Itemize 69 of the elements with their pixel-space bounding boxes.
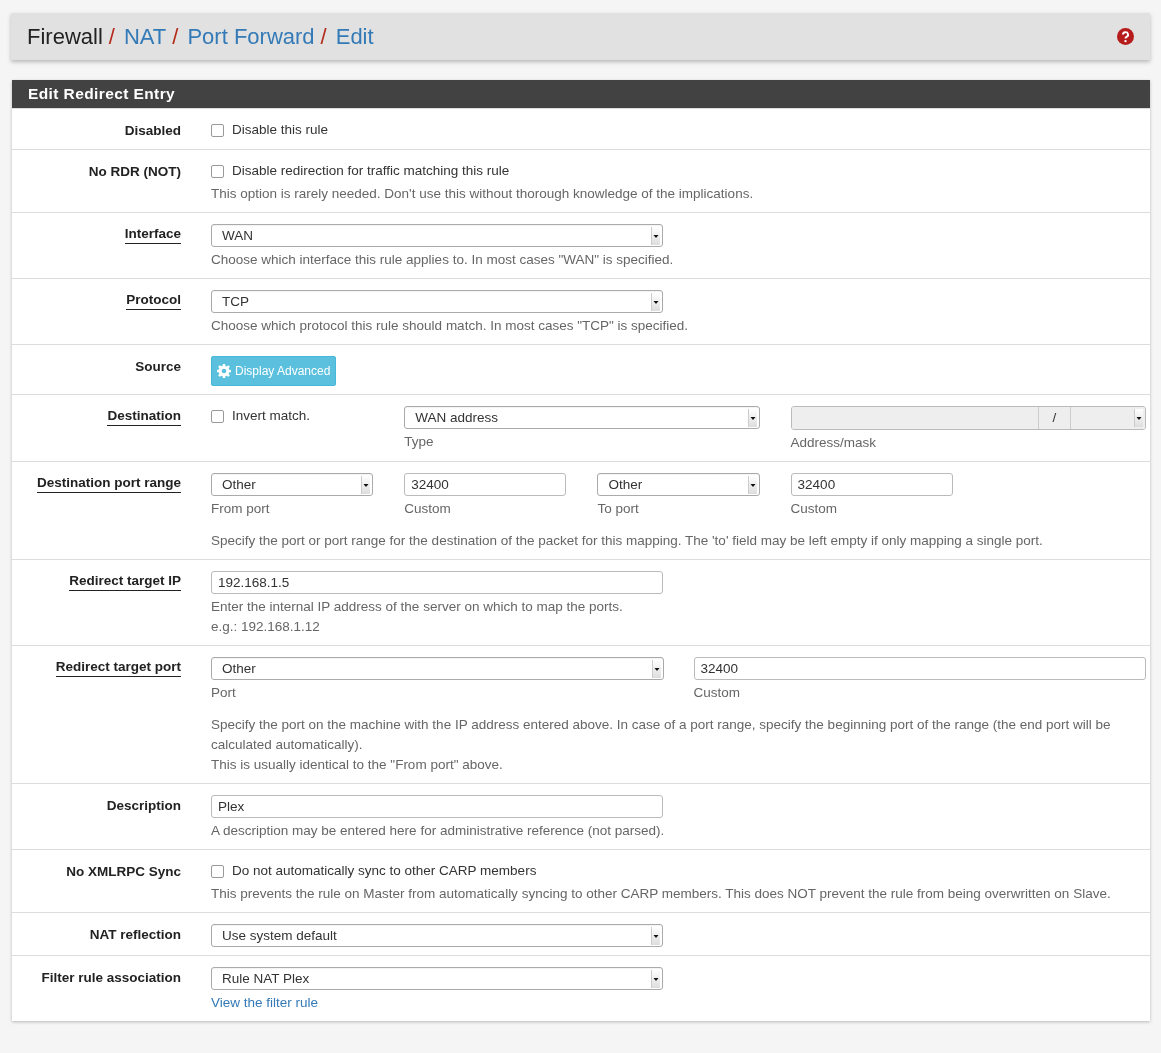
help-text: Choose which interface this rule applies to. In most cases "WAN" is specified. [211, 251, 675, 269]
field-label: Destination [107, 407, 181, 426]
field-label: Filter rule association [41, 969, 181, 987]
input-field[interactable]: 192.168.1.5 [211, 571, 663, 594]
breadcrumb-separator: / [172, 23, 179, 50]
help-text: This option is rarely needed. Don't use this without thorough knowledge of the implications. [211, 185, 755, 203]
checkbox-label: Disable this rule [232, 121, 329, 139]
caret-icon [1134, 409, 1143, 427]
field-label: Redirect target port [55, 658, 181, 677]
dropdown[interactable]: TCP [211, 290, 663, 313]
breadcrumb-text: Firewall [27, 23, 103, 50]
help-text: This prevents the rule on Master from automatically syncing to other CARP members. This does NOT prevent the rule from being overwritten on Slave. [211, 885, 1112, 903]
caret-icon [651, 659, 661, 678]
caret-icon [747, 475, 757, 494]
input-field[interactable]: 32400 [693, 657, 1146, 680]
help-text: This is usually identical to the "From port" above. [211, 756, 504, 774]
checkbox[interactable] [211, 164, 224, 178]
checkbox-label: Disable redirection for traffic matching this rule [232, 162, 510, 180]
field-label: NAT reflection [89, 926, 181, 944]
caret-icon [361, 475, 371, 494]
breadcrumb-separator: / [108, 23, 115, 50]
breadcrumb-separator: / [320, 23, 327, 50]
field-caption: To port [597, 500, 640, 518]
caret-icon [651, 226, 660, 245]
caret-icon [651, 969, 660, 988]
help-text: Choose which protocol this rule should match. In most cases "TCP" is specified. [211, 317, 690, 335]
field-label: No RDR (NOT) [88, 163, 181, 181]
dropdown[interactable]: Rule NAT Plex [211, 967, 663, 990]
caret-icon [651, 926, 660, 945]
caret-icon [747, 408, 757, 427]
input-field[interactable]: 32400 [404, 473, 567, 496]
field-caption: Custom [693, 684, 741, 702]
field-label: Protocol [126, 291, 181, 310]
dropdown[interactable]: Other [211, 473, 374, 496]
field-label: Destination port range [37, 474, 181, 493]
dropdown[interactable]: Other [211, 657, 664, 680]
dropdown[interactable]: WAN [211, 224, 663, 247]
field-caption: From port [211, 500, 271, 518]
field-caption: Type [404, 433, 435, 451]
panel-title: Edit Redirect Entry [12, 80, 1150, 108]
checkbox[interactable] [211, 123, 224, 137]
field-label: Interface [124, 225, 181, 244]
help-icon[interactable] [1117, 28, 1134, 45]
field-label: Description [106, 797, 181, 815]
checkbox[interactable] [211, 864, 224, 878]
field-label: Disabled [124, 122, 181, 140]
field-label: No XMLRPC Sync [66, 863, 181, 881]
input-field[interactable]: Plex [211, 795, 663, 818]
field-caption: Custom [404, 500, 452, 518]
help-text: A description may be entered here for administrative reference (not parsed). [211, 822, 666, 840]
field-caption: Port [211, 684, 237, 702]
field-label: Source [135, 358, 181, 376]
help-text: e.g.: 192.168.1.12 [211, 618, 321, 636]
checkbox-label: Invert match. [232, 407, 311, 425]
help-text: Specify the port or port range for the destination of the packet for this mapping. The 'to' field may be left empty if only mapping a single port. [211, 532, 1044, 550]
checkbox-label: Do not automatically sync to other CARP members [232, 862, 537, 880]
field-caption: Address/mask [790, 434, 878, 452]
caret-icon [651, 292, 660, 311]
gear-icon [217, 364, 231, 378]
checkbox[interactable] [211, 409, 224, 423]
help-text: Specify the port on the machine with the IP address entered above. In case of a port range, specify the beginning port of the range (the end port will be calculated automatically). [211, 716, 1112, 754]
dropdown[interactable]: Other [597, 473, 760, 496]
input-field[interactable]: 32400 [790, 473, 953, 496]
dropdown[interactable]: WAN address [404, 406, 760, 429]
dropdown[interactable]: Use system default [211, 924, 663, 947]
view-filter-rule-link[interactable]: View the filter rule [211, 993, 319, 1013]
field-label: Redirect target IP [69, 572, 181, 591]
field-caption: Custom [790, 500, 839, 518]
help-text: Enter the internal IP address of the server on which to map the ports. [211, 598, 624, 616]
